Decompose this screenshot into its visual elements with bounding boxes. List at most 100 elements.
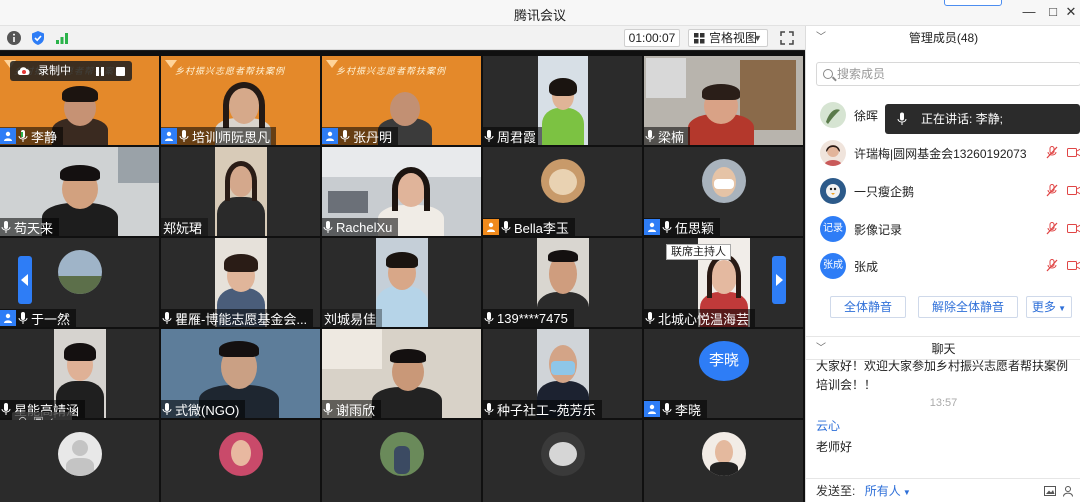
member-avatar xyxy=(820,178,846,204)
video-tile[interactable] xyxy=(483,420,642,502)
participant-name: RachelXu xyxy=(336,219,393,235)
chat-message-text: 老师好 xyxy=(816,440,853,454)
video-tile[interactable] xyxy=(644,420,803,502)
member-row[interactable]: 许瑞梅|圆网基金会13260192073 xyxy=(806,134,1080,170)
participant-hair xyxy=(390,349,426,363)
member-avatar: 张成 xyxy=(820,253,846,279)
avatar-body xyxy=(710,462,738,476)
previous-page-button[interactable] xyxy=(18,256,32,304)
video-tile[interactable]: RachelXu xyxy=(322,147,481,236)
mic-icon xyxy=(323,403,333,415)
mic-icon xyxy=(162,403,172,415)
mic-icon xyxy=(323,221,333,233)
mute-all-button[interactable]: 全体静音 xyxy=(830,296,906,318)
send-to-dropdown[interactable]: 所有人 ▼ xyxy=(865,484,911,498)
video-tile[interactable]: 瞿雁-博能志愿基金会... xyxy=(161,238,320,327)
mic-icon xyxy=(645,312,655,324)
video-tile[interactable]: 刘城易佳 xyxy=(322,238,481,327)
participant-name-tag: RachelXu xyxy=(322,218,399,236)
signal-icon[interactable] xyxy=(54,30,70,46)
user-settings-icon[interactable] xyxy=(1063,485,1075,497)
image-icon[interactable] xyxy=(1044,485,1056,497)
stop-icon[interactable] xyxy=(116,67,125,76)
participant-hair xyxy=(707,254,741,298)
video-tile[interactable]: 139****7475 xyxy=(483,238,642,327)
host-icon xyxy=(322,128,338,144)
mic-icon xyxy=(484,403,494,415)
video-tile[interactable]: 周君霞 xyxy=(483,56,642,145)
mic-muted-icon[interactable] xyxy=(1046,259,1058,272)
mic-icon xyxy=(340,130,350,142)
office-desk xyxy=(328,191,368,213)
camera-off-icon[interactable] xyxy=(1067,186,1080,195)
participant-avatar xyxy=(541,159,585,203)
member-name: 许瑞梅|圆网基金会13260192073 xyxy=(854,147,1027,161)
participant-name-tag: 李静 xyxy=(0,127,64,145)
video-tile[interactable]: 式微(NGO) xyxy=(161,329,320,418)
pause-icon[interactable] xyxy=(96,67,104,76)
participant-mask xyxy=(551,361,575,375)
grid-view-icon xyxy=(694,33,705,44)
participant-name: 苟天来 xyxy=(14,220,54,236)
video-tile[interactable]: 梁楠 xyxy=(644,56,803,145)
participant-hair xyxy=(64,343,96,361)
chevron-down-icon[interactable]: ﹀ xyxy=(816,26,826,50)
more-label: 更多 xyxy=(1031,300,1056,314)
camera-off-icon[interactable] xyxy=(1067,261,1080,270)
maximize-button[interactable]: □ xyxy=(1044,4,1062,20)
video-tile[interactable]: 伍思颖 xyxy=(644,147,803,236)
avatar-placeholder-body xyxy=(66,458,94,476)
video-tile[interactable]: 星能高靖涵 xyxy=(0,329,159,418)
camera-off-icon[interactable] xyxy=(1067,148,1080,157)
participant-name: 于一然 xyxy=(31,311,71,327)
mic-icon xyxy=(18,312,28,324)
video-tile[interactable] xyxy=(322,420,481,502)
video-tile[interactable]: 苟天来 xyxy=(0,147,159,236)
video-tile[interactable]: 郑妧珺 xyxy=(161,147,320,236)
search-placeholder: 搜索成员 xyxy=(837,67,886,81)
participant-avatar xyxy=(702,432,746,476)
title-bar: 腾讯会议 — □ ✕ xyxy=(0,0,1080,26)
participant-name: 式微(NGO) xyxy=(175,402,240,418)
more-button[interactable]: 更多 ▼ xyxy=(1026,296,1072,318)
mic-icon xyxy=(18,130,28,142)
minimize-button[interactable]: — xyxy=(1020,4,1038,20)
mic-muted-icon[interactable] xyxy=(1046,222,1058,235)
members-header[interactable]: ﹀ 管理成员(48) xyxy=(806,26,1080,50)
member-row[interactable]: 张成 张成 xyxy=(806,247,1080,283)
video-tile[interactable]: 谢雨欣 xyxy=(322,329,481,418)
participant-name-tag: 伍思颖 xyxy=(644,218,721,236)
close-button[interactable]: ✕ xyxy=(1062,4,1080,20)
view-mode-dropdown[interactable]: 宫格视图 ▼ xyxy=(688,29,768,47)
unmute-all-button[interactable]: 解除全体静音 xyxy=(918,296,1018,318)
video-tile[interactable]: Bella李玉 xyxy=(483,147,642,236)
participant-hair xyxy=(549,78,577,96)
cloud-record-icon xyxy=(17,67,30,75)
member-avatar: 记录 xyxy=(820,216,846,242)
mic-muted-icon[interactable] xyxy=(1046,146,1058,159)
participant-avatar xyxy=(58,432,102,476)
member-name: 张成 xyxy=(854,260,879,274)
shield-icon[interactable] xyxy=(30,30,46,46)
participant-name: 周君霞 xyxy=(497,129,537,145)
participant-avatar-text: 李晓 xyxy=(699,341,749,381)
member-row[interactable]: 记录 影像记录 xyxy=(806,210,1080,246)
video-tile[interactable]: 乡村振兴志愿者帮扶案例 培训师阮思凡 xyxy=(161,56,320,145)
camera-off-icon[interactable] xyxy=(1067,224,1080,233)
mic-muted-icon[interactable] xyxy=(1046,184,1058,197)
fullscreen-icon[interactable] xyxy=(780,31,794,45)
video-tile[interactable] xyxy=(0,420,159,502)
participant-shoulders xyxy=(372,387,442,418)
info-icon[interactable] xyxy=(6,30,22,46)
mic-icon xyxy=(1,403,11,415)
recording-bar[interactable]: 录制中 xyxy=(10,61,132,81)
video-tile[interactable]: 乡村振兴志愿者帮扶案例 张丹明 xyxy=(322,56,481,145)
member-row[interactable]: 一只瘦企鹅 xyxy=(806,172,1080,208)
host-icon xyxy=(0,310,16,326)
next-page-button[interactable] xyxy=(772,256,786,304)
meeting-toolbar: 01:00:07 宫格视图 ▼ xyxy=(0,26,805,50)
video-tile[interactable]: 种子社工~苑芳乐 xyxy=(483,329,642,418)
member-search-input[interactable]: 搜索成员 xyxy=(816,62,1080,86)
video-tile[interactable] xyxy=(161,420,320,502)
participant-name-tag: 李晓 xyxy=(644,400,708,418)
